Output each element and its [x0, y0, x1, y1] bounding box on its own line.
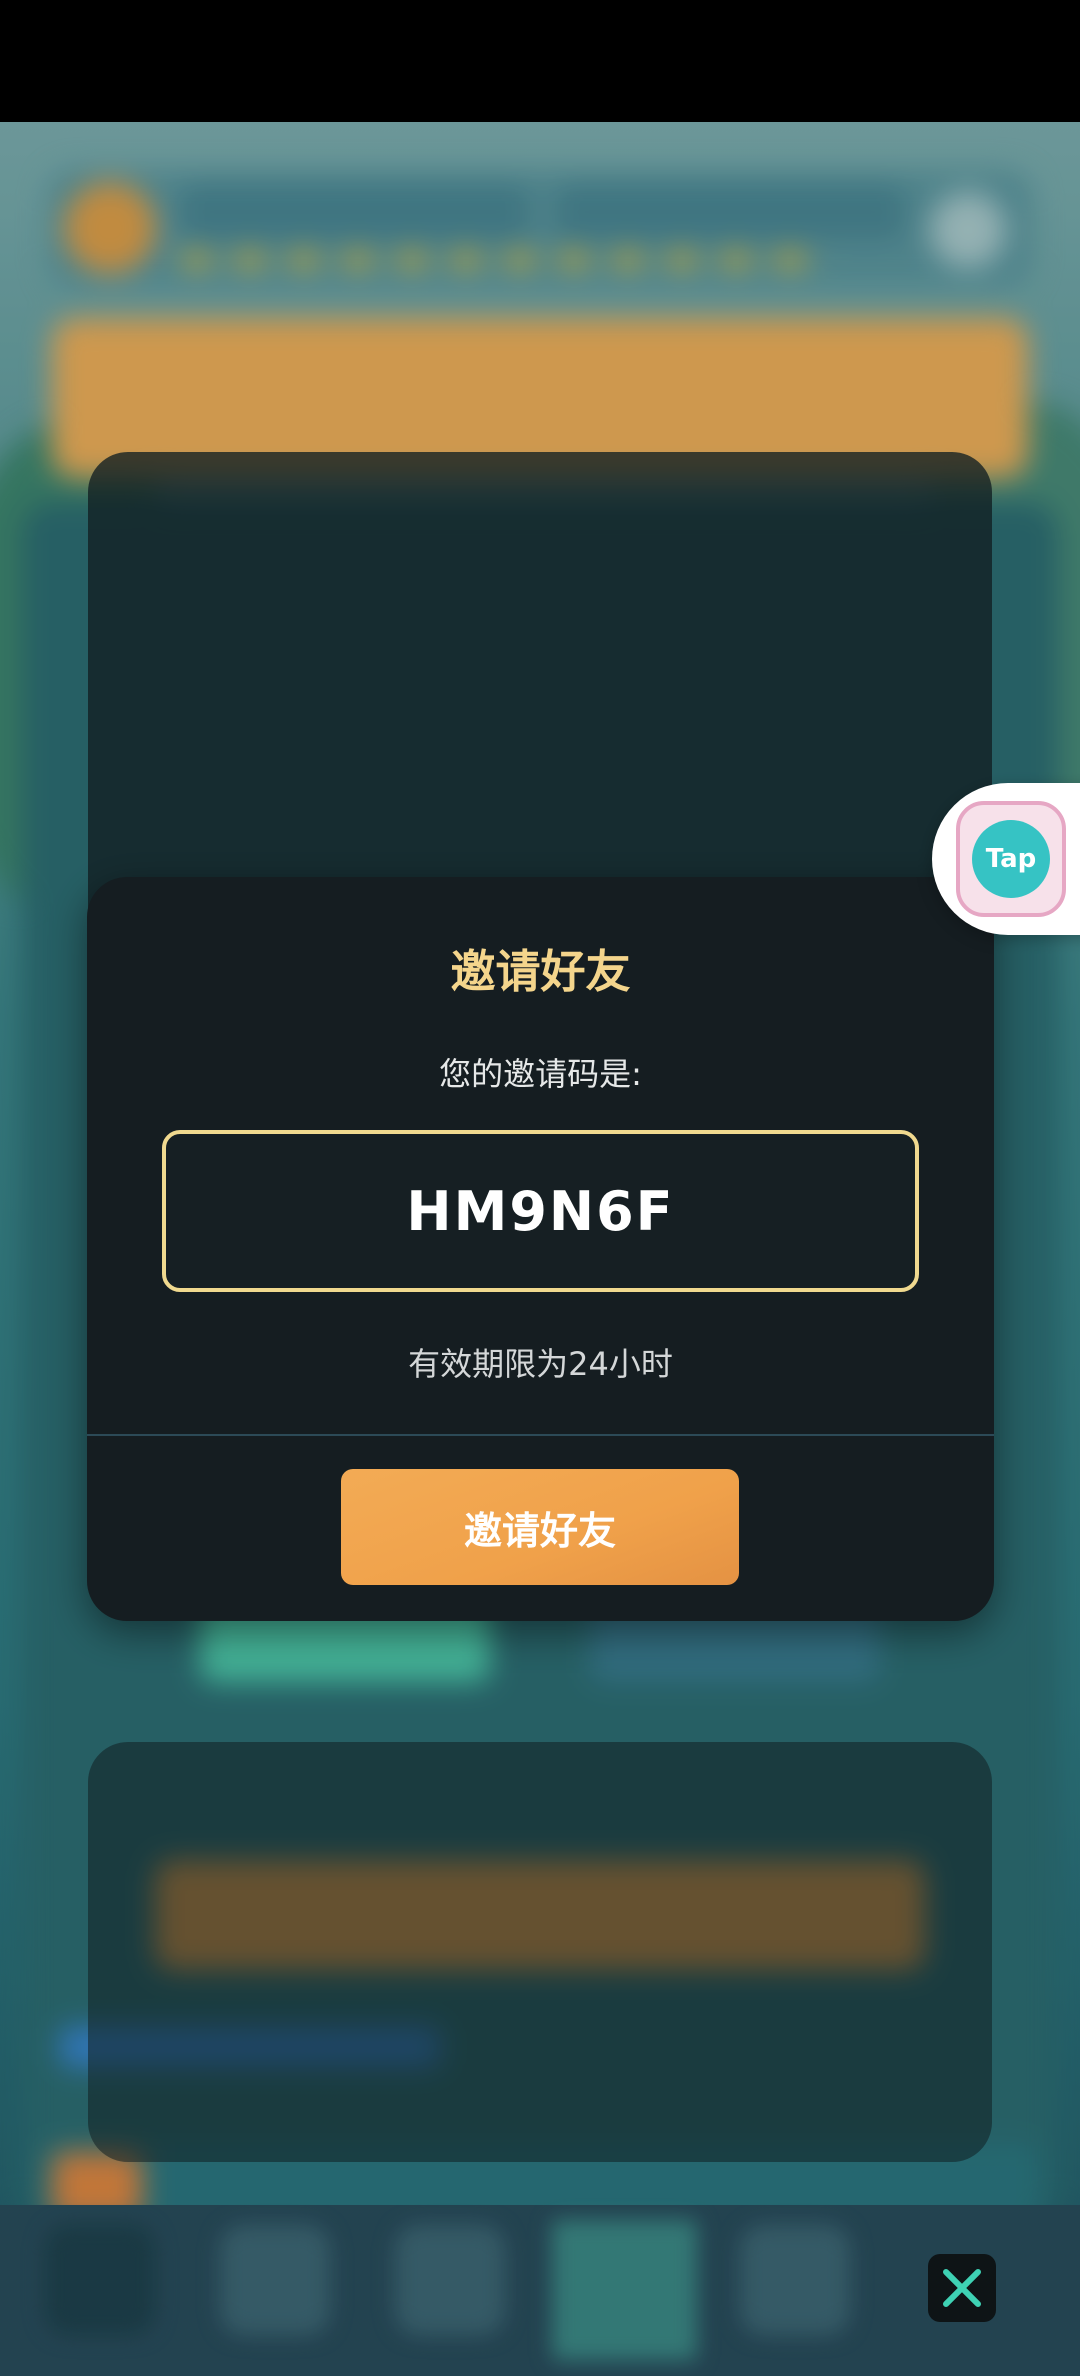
validity-note: 有效期限为24小时	[408, 1345, 673, 1383]
invite-friend-modal: 邀请好友 您的邀请码是: HM9N6F 有效期限为24小时 邀请好友	[87, 877, 994, 1621]
close-button[interactable]	[928, 2254, 996, 2322]
invite-code-box[interactable]: HM9N6F	[162, 1130, 919, 1292]
invite-friend-button[interactable]: 邀请好友	[341, 1469, 739, 1585]
modal-divider	[87, 1434, 994, 1436]
tap-icon-frame: Tap	[956, 801, 1066, 917]
tap-icon: Tap	[972, 820, 1050, 898]
tap-floating-widget[interactable]: Tap	[932, 783, 1080, 935]
modal-title: 邀请好友	[450, 945, 631, 998]
invite-code-label: 您的邀请码是:	[439, 1055, 642, 1093]
invite-code-value[interactable]: HM9N6F	[406, 1180, 674, 1243]
close-icon	[943, 2269, 981, 2307]
